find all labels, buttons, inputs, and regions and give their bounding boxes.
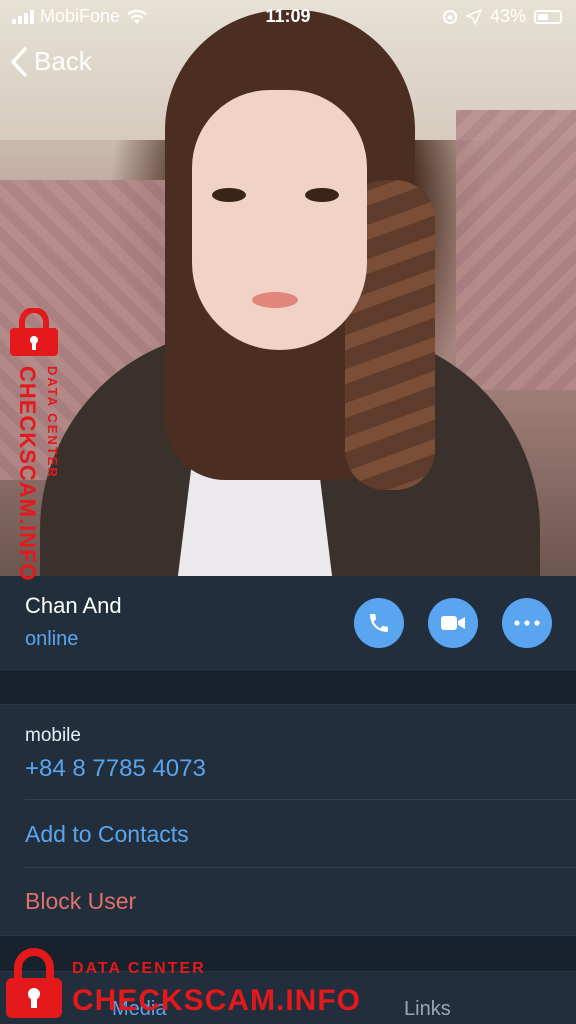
photo-wallpaper-right — [456, 110, 576, 390]
tab-links[interactable]: Links — [404, 998, 451, 1021]
watermark-subtitle: DATA CENTER — [72, 960, 206, 977]
divider — [25, 867, 576, 868]
watermark-side: CHECKSCAM.INFO DATA CENTER — [4, 308, 74, 598]
phone-icon — [370, 614, 388, 632]
chevron-left-icon — [11, 46, 27, 77]
phone-type-label: mobile — [25, 725, 81, 746]
photo-eye-left — [212, 188, 246, 202]
watermark-site: CHECKSCAM.INFO — [15, 366, 40, 582]
photo-face — [192, 90, 367, 350]
online-status: online — [25, 628, 79, 650]
watermark-bottom: DATA CENTER CHECKSCAM.INFO — [4, 948, 364, 1024]
profile-photo[interactable] — [0, 0, 576, 576]
profile-info: Chan And online — [0, 576, 576, 669]
more-icon — [514, 620, 540, 626]
photo-lips — [252, 292, 298, 308]
video-camera-icon — [441, 616, 465, 630]
rotation-lock-icon — [442, 9, 457, 24]
watermark-site: CHECKSCAM.INFO — [72, 984, 361, 1017]
call-button[interactable] — [354, 598, 404, 648]
lock-icon — [6, 948, 62, 1018]
status-right: 43% — [442, 6, 562, 27]
status-bar: MobiFone 11:09 43% — [0, 0, 576, 34]
lock-icon — [10, 308, 58, 356]
photo-eye-right — [305, 188, 339, 202]
divider — [25, 799, 576, 800]
block-user-button[interactable]: Block User — [25, 888, 136, 915]
back-button[interactable]: Back — [10, 46, 92, 77]
watermark-subtitle: DATA CENTER — [45, 366, 60, 479]
more-button[interactable] — [502, 598, 552, 648]
back-label: Back — [34, 46, 92, 76]
add-to-contacts-button[interactable]: Add to Contacts — [25, 821, 189, 848]
battery-percent: 43% — [489, 6, 526, 26]
battery-icon — [534, 9, 562, 24]
section-spacer — [0, 669, 576, 705]
location-icon — [465, 8, 482, 25]
contact-details: mobile +84 8 7785 4073 Add to Contacts B… — [0, 705, 576, 935]
video-call-button[interactable] — [428, 598, 478, 648]
phone-number[interactable]: +84 8 7785 4073 — [25, 755, 206, 783]
